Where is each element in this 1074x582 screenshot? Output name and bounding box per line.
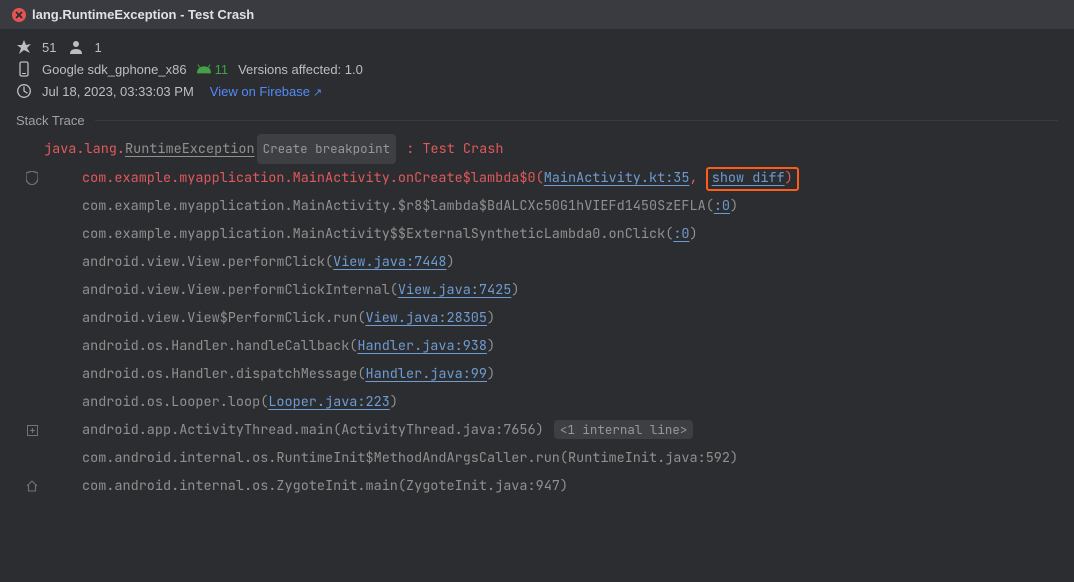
source-link[interactable]: Handler.java:938 [357, 337, 487, 355]
stack-frame: android.os.Handler.dispatchMessage(Handl… [20, 360, 1062, 388]
frame-text: ) [487, 309, 495, 327]
frame-text: android.view.View$PerformClick.run( [82, 309, 366, 327]
frame-text: ) [730, 197, 738, 215]
frame-text: ) [511, 281, 519, 299]
source-link[interactable]: Handler.java:99 [366, 365, 488, 383]
stack-frame: com.example.myapplication.MainActivity.$… [20, 192, 1062, 220]
device-name: Google sdk_gphone_x86 [42, 62, 187, 77]
stack-frame: com.example.myapplication.MainActivity$$… [20, 220, 1062, 248]
error-icon [12, 8, 26, 22]
timestamp-row: Jul 18, 2023, 03:33:03 PM View on Fireba… [16, 83, 1058, 99]
frame-text: android.os.Looper.loop( [82, 393, 268, 411]
source-link[interactable]: View.java:7448 [333, 253, 446, 271]
source-link[interactable]: View.java:7425 [398, 281, 511, 299]
frame-text: ) [447, 253, 455, 271]
stack-frame: android.view.View$PerformClick.run(View.… [20, 304, 1062, 332]
stack-frame: android.os.Looper.loop(Looper.java:223) [20, 388, 1062, 416]
user-icon [68, 39, 84, 55]
frame-text: ) [785, 169, 793, 187]
counts-row: 51 1 [16, 39, 1058, 55]
clock-icon [16, 83, 32, 99]
stack-trace-label: Stack Trace [0, 105, 85, 128]
android-version: 11 [197, 62, 229, 77]
source-link[interactable]: :0 [673, 225, 689, 243]
exception-message: Test Crash [422, 135, 503, 163]
plus-gutter-icon[interactable] [20, 425, 44, 436]
device-icon [16, 61, 32, 77]
versions-affected: Versions affected: 1.0 [238, 62, 363, 77]
stack-frame: com.example.myapplication.MainActivity.o… [20, 164, 1062, 192]
title-bar: lang.RuntimeException - Test Crash [0, 0, 1074, 29]
frame-text: com.android.internal.os.ZygoteInit.main(… [82, 477, 568, 495]
frame-text: android.os.Handler.dispatchMessage( [82, 365, 366, 383]
highlight-box: show diff) [706, 167, 799, 191]
exception-class[interactable]: RuntimeException [125, 135, 255, 163]
stack-frame: com.android.internal.os.RuntimeInit$Meth… [20, 444, 1062, 472]
frame-text: android.os.Handler.handleCallback( [82, 337, 357, 355]
frame-text: android.app.ActivityThread.main(Activity… [82, 421, 552, 439]
os-version-text: 11 [215, 62, 229, 77]
divider [95, 120, 1058, 121]
frame-text: ) [487, 337, 495, 355]
frame-text: com.example.myapplication.MainActivity$$… [82, 225, 673, 243]
firebase-link[interactable]: View on Firebase [210, 84, 323, 99]
title-text: lang.RuntimeException - Test Crash [32, 7, 254, 22]
create-breakpoint-button[interactable]: Create breakpoint [257, 134, 397, 164]
home-gutter-icon[interactable] [20, 480, 44, 492]
stack-frame: android.view.View.performClickInternal(V… [20, 276, 1062, 304]
exception-header: java.lang.RuntimeException Create breakp… [20, 134, 1062, 164]
frame-text: com.example.myapplication.MainActivity.$… [82, 197, 714, 215]
source-link[interactable]: :0 [714, 197, 730, 215]
shield-gutter-icon[interactable] [20, 171, 44, 185]
collapsed-frames-pill[interactable]: <1 internal line> [554, 420, 694, 439]
issue-meta: 51 1 Google sdk_gphone_x86 11 Versions a… [0, 29, 1074, 105]
header-sep: : [398, 135, 422, 163]
stack-frame: com.android.internal.os.ZygoteInit.main(… [20, 472, 1062, 500]
stack-frame: android.app.ActivityThread.main(Activity… [20, 416, 1062, 444]
source-link[interactable]: MainActivity.kt:35 [544, 169, 690, 187]
frame-text: com.example.myapplication.MainActivity.o… [82, 169, 544, 187]
exception-package: java.lang. [44, 135, 125, 163]
events-count: 51 [42, 40, 56, 55]
source-link[interactable]: View.java:28305 [366, 309, 488, 327]
show-diff-link[interactable]: show diff [712, 169, 785, 187]
frame-text: ) [690, 225, 698, 243]
users-count: 1 [94, 40, 101, 55]
frame-text: android.view.View.performClick( [82, 253, 333, 271]
timestamp: Jul 18, 2023, 03:33:03 PM [42, 84, 194, 99]
frame-text: ) [487, 365, 495, 383]
frame-text: com.android.internal.os.RuntimeInit$Meth… [82, 449, 738, 467]
stack-trace: java.lang.RuntimeException Create breakp… [0, 128, 1074, 500]
frame-text: ) [390, 393, 398, 411]
device-row: Google sdk_gphone_x86 11 Versions affect… [16, 61, 1058, 77]
frame-text: android.view.View.performClickInternal( [82, 281, 398, 299]
stack-frame: android.view.View.performClick(View.java… [20, 248, 1062, 276]
frame-text: , [690, 169, 706, 187]
crash-icon [16, 39, 32, 55]
stack-frame: android.os.Handler.handleCallback(Handle… [20, 332, 1062, 360]
source-link[interactable]: Looper.java:223 [268, 393, 390, 411]
